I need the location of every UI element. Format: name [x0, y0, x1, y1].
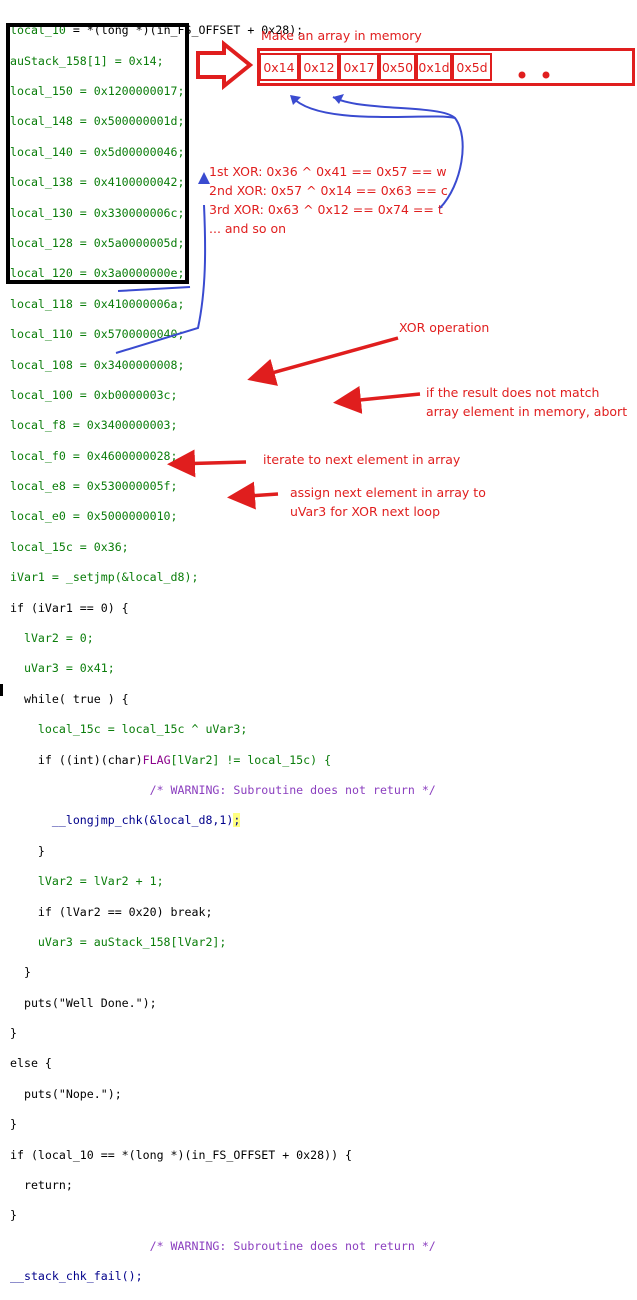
code-line: __stack_chk_fail(); [10, 1269, 143, 1284]
blue-arrow [117, 286, 191, 292]
blue-arrow [291, 96, 456, 119]
code-line: lVar2 = lVar2 + 1; [10, 874, 164, 889]
code-line: if (lVar2 == 0x20) break; [10, 904, 213, 919]
blue-arrow [332, 96, 464, 209]
code-line: uVar3 = auStack_158[lVar2]; [10, 934, 227, 949]
code-line: return; [10, 1178, 73, 1193]
code-line: puts("Well Done."); [10, 995, 157, 1010]
code-line: } [10, 1026, 17, 1041]
red-arrow [247, 336, 399, 386]
ellipsis-dot-icon [542, 71, 550, 79]
code-line: else { [10, 1056, 52, 1071]
code-line: } [10, 1117, 17, 1132]
annotation-arrows [115, 39, 550, 510]
code-line: } [10, 843, 45, 858]
blue-arrowhead-icon [198, 172, 210, 184]
red-arrow [227, 481, 279, 510]
code-line: if (local_10 == *(long *)(in_FS_OFFSET +… [10, 1147, 353, 1162]
code-comment: /* WARNING: Subroutine does not return *… [10, 1238, 436, 1253]
code-comment: /* WARNING: Subroutine does not return *… [10, 782, 436, 797]
code-line: } [10, 965, 31, 980]
code-line: puts("Nope."); [10, 1086, 122, 1101]
ellipsis-dot-icon [518, 71, 526, 79]
code-line: local_15c = local_15c ^ uVar3; [10, 722, 248, 737]
blue-arrowhead-icon [333, 94, 344, 104]
code-line: __longjmp_chk(&local_d8,1); [10, 813, 241, 828]
blue-arrow [115, 204, 207, 354]
outline-arrow-icon [196, 39, 254, 91]
red-arrow [167, 449, 247, 478]
code-line: } [10, 1208, 17, 1223]
code-line: if ((int)(char)FLAG[lVar2] != local_15c)… [10, 752, 332, 767]
red-arrow [333, 385, 421, 414]
